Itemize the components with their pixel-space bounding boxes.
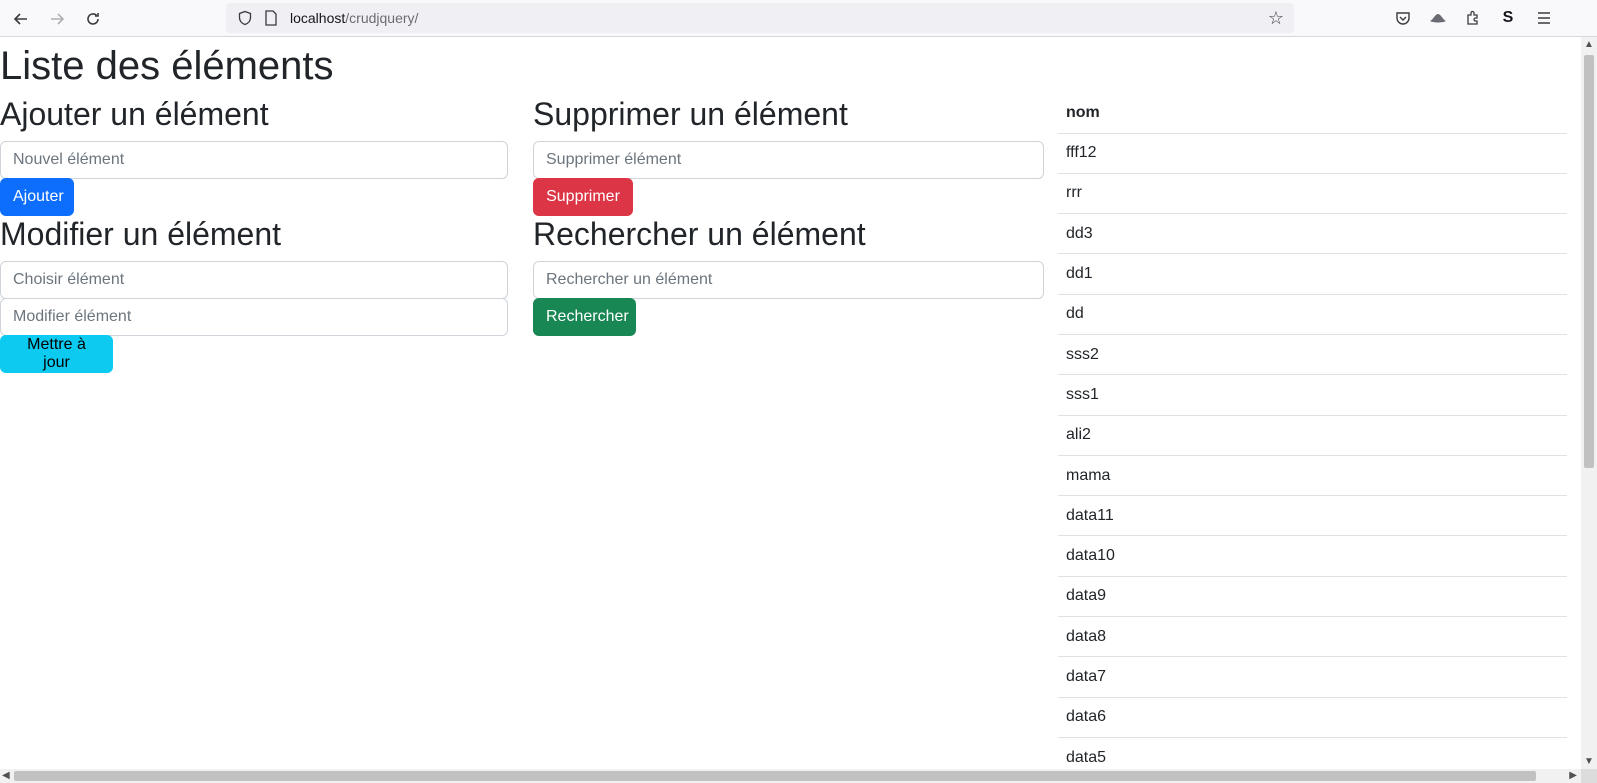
scroll-down-arrow-icon[interactable]: ▼ — [1581, 756, 1597, 767]
table-row[interactable]: ali2 — [1058, 415, 1567, 456]
vertical-scroll-thumb[interactable] — [1584, 55, 1594, 468]
page-content: Liste des éléments Ajouter un élément Aj… — [0, 37, 1581, 769]
table-row[interactable]: rrr — [1058, 173, 1567, 215]
table-cell: data10 — [1058, 535, 1567, 577]
table-row[interactable]: sss2 — [1058, 334, 1567, 376]
table-cell: data8 — [1058, 616, 1567, 658]
url-text[interactable]: localhost/crudjquery/ — [290, 10, 418, 26]
table-header-row: nom — [1058, 93, 1567, 134]
reload-icon[interactable] — [80, 6, 106, 32]
table-row[interactable]: data7 — [1058, 656, 1567, 698]
table-cell: sss1 — [1058, 374, 1567, 416]
s-extension-icon[interactable]: S — [1498, 8, 1518, 28]
search-input[interactable] — [533, 261, 1044, 299]
table-row[interactable]: data11 — [1058, 495, 1567, 537]
page-title: Liste des éléments — [0, 44, 334, 88]
table-cell: dd1 — [1058, 253, 1567, 295]
table-cell: data9 — [1058, 576, 1567, 618]
scroll-up-arrow-icon[interactable]: ▲ — [1581, 39, 1597, 50]
extensions-puzzle-icon[interactable] — [1463, 8, 1483, 28]
table-row[interactable]: data8 — [1058, 616, 1567, 658]
new-item-input[interactable] — [0, 141, 508, 179]
back-arrow-icon[interactable] — [8, 6, 34, 32]
table-row[interactable]: data6 — [1058, 697, 1567, 738]
delete-heading: Supprimer un élément — [533, 96, 848, 132]
table-cell: ali2 — [1058, 415, 1567, 456]
table-row[interactable]: fff12 — [1058, 133, 1567, 174]
edit-item-input[interactable] — [0, 298, 508, 336]
extension-hat-icon[interactable] — [1428, 8, 1448, 28]
table-row[interactable]: data9 — [1058, 576, 1567, 618]
table-cell: fff12 — [1058, 133, 1567, 174]
pocket-icon[interactable] — [1393, 8, 1413, 28]
delete-button[interactable]: Supprimer — [533, 178, 633, 216]
table-cell: data6 — [1058, 697, 1567, 738]
column-header-nom: nom — [1058, 93, 1567, 134]
table-row[interactable]: sss1 — [1058, 374, 1567, 416]
search-heading: Rechercher un élément — [533, 216, 866, 252]
vertical-scrollbar[interactable]: ▲ ▼ — [1581, 37, 1597, 769]
shield-icon[interactable] — [237, 10, 253, 26]
forward-arrow-icon[interactable] — [44, 6, 70, 32]
table-row[interactable]: dd — [1058, 294, 1567, 335]
add-button[interactable]: Ajouter — [0, 178, 74, 216]
update-button[interactable]: Mettre à jour — [0, 335, 113, 373]
url-path: /crudjquery/ — [345, 10, 419, 26]
add-heading: Ajouter un élément — [0, 96, 269, 132]
choose-item-input[interactable] — [0, 261, 508, 299]
url-host: localhost — [290, 10, 346, 26]
browser-toolbar: localhost/crudjquery/ ☆ S — [0, 0, 1597, 37]
table-cell: rrr — [1058, 173, 1567, 215]
table-cell: sss2 — [1058, 334, 1567, 376]
scrollbar-corner — [1581, 769, 1597, 783]
table-row[interactable]: mama — [1058, 455, 1567, 497]
table-row[interactable]: dd3 — [1058, 213, 1567, 255]
table-cell: dd — [1058, 294, 1567, 335]
horizontal-scroll-thumb[interactable] — [14, 771, 1536, 781]
table-row[interactable]: data10 — [1058, 535, 1567, 577]
search-button[interactable]: Rechercher — [533, 298, 636, 336]
table-cell: dd3 — [1058, 213, 1567, 255]
page-icon — [265, 10, 277, 26]
bookmark-star-icon[interactable]: ☆ — [1268, 8, 1284, 29]
address-bar[interactable]: localhost/crudjquery/ ☆ — [226, 3, 1294, 33]
table-row[interactable]: dd1 — [1058, 253, 1567, 295]
table-cell: data7 — [1058, 656, 1567, 698]
scroll-left-arrow-icon[interactable]: ◀ — [2, 769, 10, 783]
table-row[interactable]: data5 — [1058, 737, 1567, 769]
table-cell: data11 — [1058, 495, 1567, 537]
table-cell: data5 — [1058, 737, 1567, 769]
table-cell: mama — [1058, 455, 1567, 497]
horizontal-scrollbar[interactable]: ◀ ▶ — [0, 769, 1581, 783]
scroll-right-arrow-icon[interactable]: ▶ — [1569, 769, 1577, 783]
delete-item-input[interactable] — [533, 141, 1044, 179]
items-table: nom fff12 rrr dd3 dd1 dd sss2 sss1 ali2 … — [1058, 93, 1567, 769]
menu-hamburger-icon[interactable] — [1534, 8, 1554, 28]
edit-heading: Modifier un élément — [0, 216, 282, 252]
